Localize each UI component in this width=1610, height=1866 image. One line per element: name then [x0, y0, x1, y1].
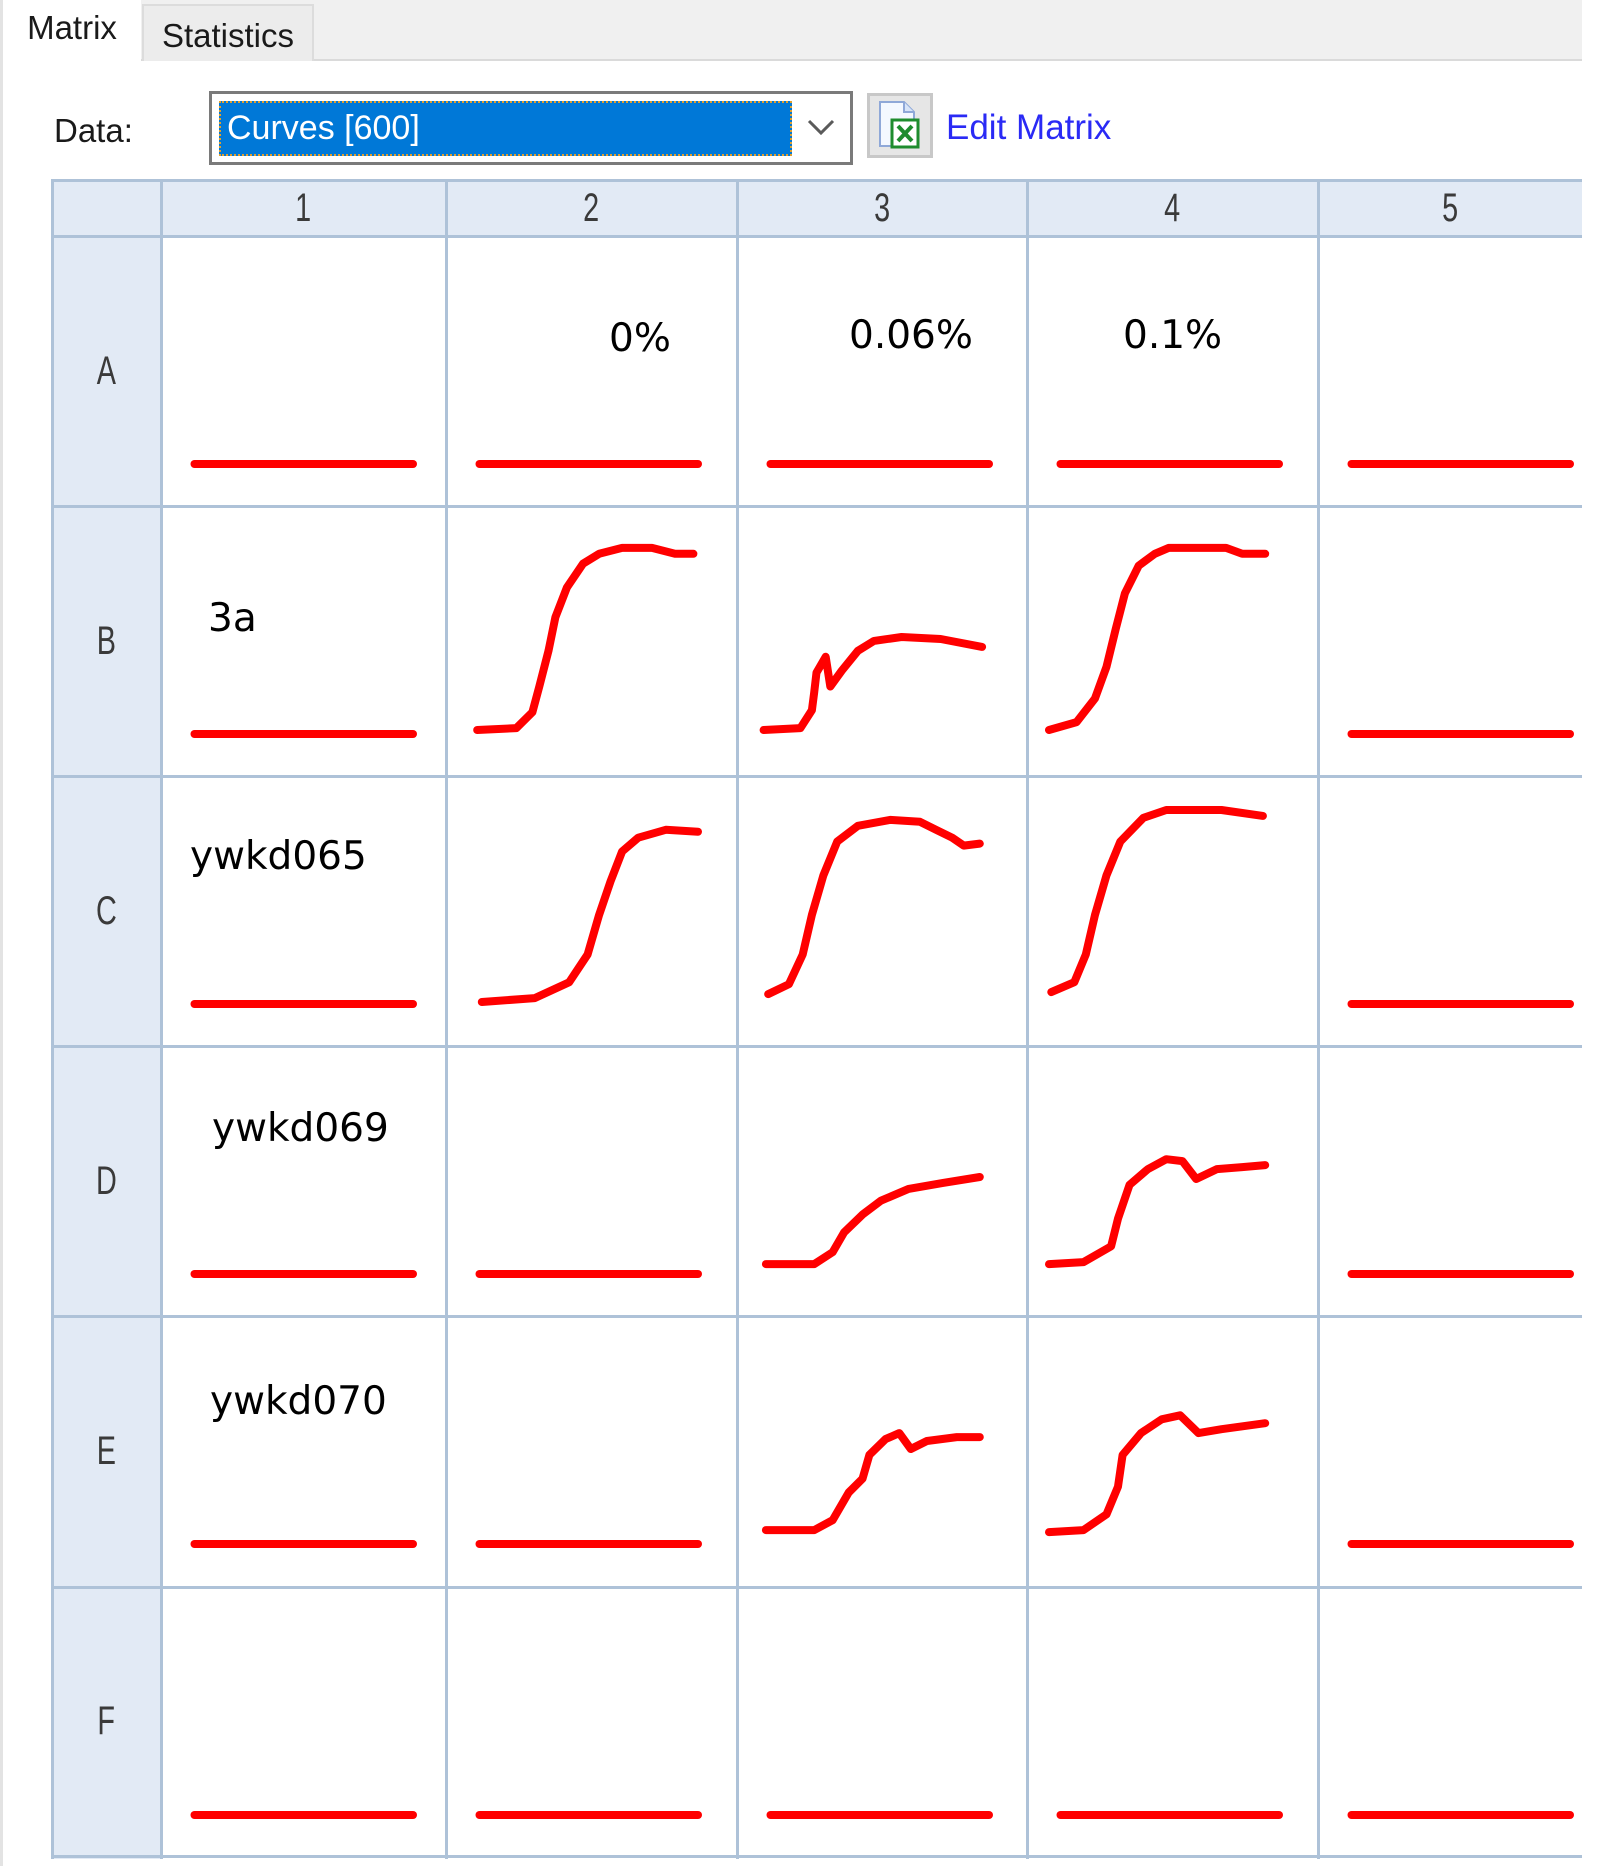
- tab-strip: Matrix Statistics: [3, 0, 1582, 63]
- excel-file-icon: [879, 101, 920, 149]
- data-select[interactable]: Curves [600]: [209, 91, 853, 165]
- growth-curve-B3: [759, 633, 987, 734]
- growth-curve-D3: [761, 1173, 984, 1269]
- data-select-value: Curves [600]: [219, 101, 792, 156]
- growth-curve-C4: [1047, 806, 1267, 997]
- matrix-grid: 1 2 3 4 5 A B C D E F 0% 0.06% 0.1% 3a ywkd065 ywkd069 yw…: [51, 179, 1582, 1859]
- edit-matrix-icon-button[interactable]: [867, 93, 933, 158]
- growth-curve-B4: [1045, 543, 1270, 734]
- tab-matrix[interactable]: Matrix: [3, 0, 141, 63]
- growth-curve-D4: [1045, 1155, 1270, 1269]
- growth-curve-C3: [764, 815, 984, 999]
- data-label: Data:: [54, 112, 133, 149]
- chevron-down-icon[interactable]: [806, 116, 836, 138]
- growth-curve-C2: [477, 825, 702, 1006]
- tab-statistics[interactable]: Statistics: [142, 4, 314, 61]
- edit-matrix-link[interactable]: Edit Matrix: [946, 108, 1111, 148]
- growth-curve-E3: [761, 1429, 984, 1535]
- curves-layer: [190, 460, 1574, 1819]
- growth-curve-B2: [473, 543, 698, 734]
- growth-curve-E4: [1045, 1411, 1270, 1537]
- panel-left-border: [0, 0, 3, 1866]
